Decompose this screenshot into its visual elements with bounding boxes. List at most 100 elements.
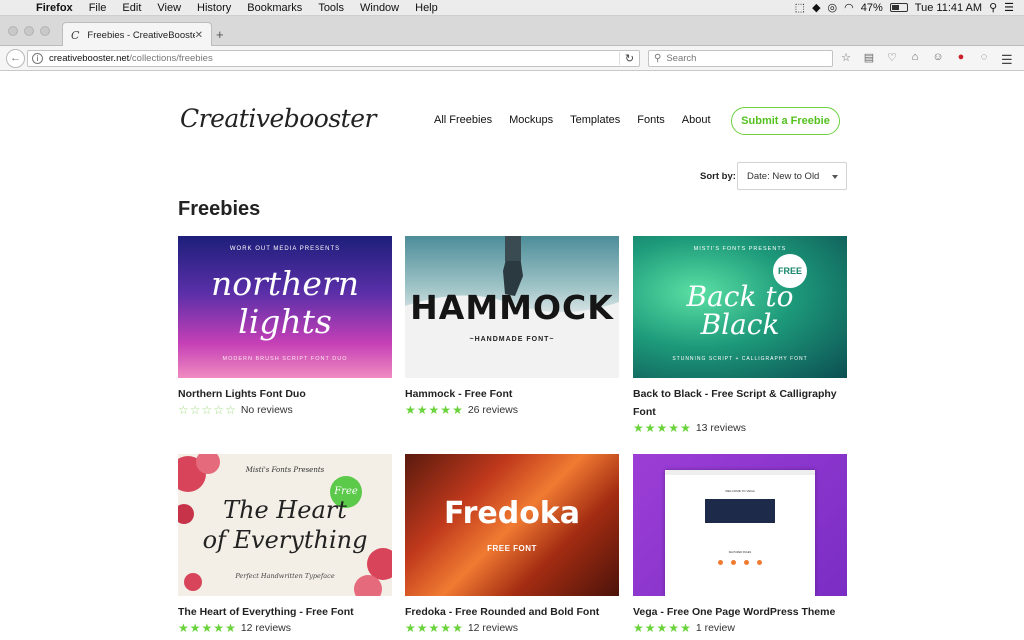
menu-window[interactable]: Window xyxy=(352,2,407,14)
review-count[interactable]: 13 reviews xyxy=(696,422,746,434)
site-info-icon[interactable]: i xyxy=(32,53,43,64)
thumb-title: of Everything xyxy=(202,526,368,554)
star-rating: ★ ★ ★ ★ ★ xyxy=(633,422,691,434)
freebie-card[interactable]: WORK OUT MEDIA PRESENTS northern lights … xyxy=(178,236,392,416)
reading-list-icon[interactable]: ▤ xyxy=(863,51,875,64)
freebie-card[interactable]: Fredoka FREE FONT Fredoka - Free Rounded… xyxy=(405,454,619,634)
card-title[interactable]: Fredoka - Free Rounded and Bold Font xyxy=(405,603,619,621)
thumb-caption: MISTI'S FONTS PRESENTS xyxy=(693,246,787,252)
review-count[interactable]: 1 review xyxy=(696,622,735,634)
url-bar[interactable]: i creativebooster.net/collections/freebi… xyxy=(27,50,640,67)
star-empty-icon: ☆ xyxy=(201,403,213,417)
website-preview: WELCOME TO VEGA FEATURED PAGES xyxy=(665,470,815,596)
freebie-card[interactable]: MISTI'S FONTS PRESENTS FREE Back to Blac… xyxy=(633,236,847,434)
freebie-card[interactable]: WELCOME TO VEGA FEATURED PAGES Vega - Fr… xyxy=(633,454,847,634)
star-filled-icon: ★ xyxy=(644,621,656,635)
os-menu-bar: Firefox File Edit View History Bookmarks… xyxy=(0,0,1024,16)
card-title[interactable]: Northern Lights Font Duo xyxy=(178,385,392,403)
close-window-button[interactable] xyxy=(8,26,18,36)
menu-help[interactable]: Help xyxy=(407,2,446,14)
star-filled-icon: ★ xyxy=(668,621,680,635)
hello-icon[interactable]: ☺ xyxy=(932,51,944,64)
star-rating: ☆ ☆ ☆ ☆ ☆ xyxy=(178,404,236,416)
menu-tools[interactable]: Tools xyxy=(310,2,352,14)
star-filled-icon: ★ xyxy=(416,621,428,635)
freebie-card[interactable]: HAMMOCK ~HANDMADE FONT~ Hammock - Free F… xyxy=(405,236,619,416)
thumb-title: HAMMOCK xyxy=(410,288,614,327)
spotlight-search-icon[interactable]: ⚲ xyxy=(989,1,997,14)
bookmark-star-icon[interactable]: ☆ xyxy=(840,51,852,64)
thumb-caption: Misti's Fonts Presents xyxy=(245,466,325,474)
dropbox-icon[interactable]: ◆ xyxy=(812,1,820,14)
card-rating: ★ ★ ★ ★ ★ 12 reviews xyxy=(405,622,619,634)
sort-label: Sort by: xyxy=(700,171,736,182)
clock[interactable]: Tue 11:41 AM xyxy=(915,2,982,14)
addon-icon[interactable]: ◌ xyxy=(978,51,990,64)
menu-app-firefox[interactable]: Firefox xyxy=(28,2,81,14)
card-thumbnail[interactable]: WORK OUT MEDIA PRESENTS northern lights … xyxy=(178,236,392,378)
nav-fonts[interactable]: Fonts xyxy=(637,114,665,126)
card-thumbnail[interactable]: MISTI'S FONTS PRESENTS FREE Back to Blac… xyxy=(633,236,847,378)
star-filled-icon: ★ xyxy=(405,403,416,417)
card-thumbnail[interactable]: Fredoka FREE FONT xyxy=(405,454,619,596)
card-title[interactable]: Back to Black - Free Script & Calligraph… xyxy=(633,385,847,421)
notification-center-icon[interactable]: ☰ xyxy=(1004,1,1014,14)
card-thumbnail[interactable]: WELCOME TO VEGA FEATURED PAGES xyxy=(633,454,847,596)
site-logo[interactable]: Creativebooster xyxy=(180,104,376,133)
review-count[interactable]: 12 reviews xyxy=(468,622,518,634)
pocket-icon[interactable]: ♡ xyxy=(886,51,898,64)
card-rating: ★ ★ ★ ★ ★ 13 reviews xyxy=(633,422,847,434)
review-count[interactable]: No reviews xyxy=(241,404,293,416)
page-title: Freebies xyxy=(178,198,261,220)
review-count[interactable]: 26 reviews xyxy=(468,404,518,416)
card-rating: ★ ★ ★ ★ ★ 26 reviews xyxy=(405,404,619,416)
submit-freebie-button[interactable]: Submit a Freebie xyxy=(731,107,840,135)
screen-capture-icon[interactable]: ⬚ xyxy=(795,1,805,14)
nav-about[interactable]: About xyxy=(682,114,711,126)
back-button[interactable]: ← xyxy=(6,49,25,68)
card-title[interactable]: Vega - Free One Page WordPress Theme xyxy=(633,603,847,621)
nav-all-freebies[interactable]: All Freebies xyxy=(434,114,492,126)
menu-view[interactable]: View xyxy=(149,2,189,14)
pinterest-icon[interactable]: ● xyxy=(955,51,967,64)
menu-icon[interactable]: ☰ xyxy=(1001,52,1013,68)
star-rating: ★ ★ ★ ★ ★ xyxy=(633,622,691,634)
search-bar[interactable]: ⚲ xyxy=(648,50,833,67)
card-thumbnail[interactable]: HAMMOCK ~HANDMADE FONT~ xyxy=(405,236,619,378)
creative-cloud-icon[interactable]: ◎ xyxy=(828,1,838,14)
menu-file[interactable]: File xyxy=(81,2,115,14)
wifi-icon[interactable]: ◠ xyxy=(844,1,854,14)
star-filled-icon: ★ xyxy=(213,621,225,635)
menu-history[interactable]: History xyxy=(189,2,239,14)
nav-mockups[interactable]: Mockups xyxy=(509,114,553,126)
toolbar-icons: ☆ ▤ ♡ ⌂ ☺ ● ◌ xyxy=(840,51,990,64)
search-input[interactable] xyxy=(666,53,817,64)
star-filled-icon: ★ xyxy=(416,403,428,417)
navigation-bar: ← i creativebooster.net/collections/free… xyxy=(0,46,1024,71)
card-rating: ★ ★ ★ ★ ★ 1 review xyxy=(633,622,847,634)
menu-edit[interactable]: Edit xyxy=(114,2,149,14)
preview-feature-icons xyxy=(665,560,815,565)
freebie-card[interactable]: Misti's Fonts Presents Free The Heart of… xyxy=(178,454,392,634)
card-title[interactable]: Hammock - Free Font xyxy=(405,385,619,403)
star-filled-icon: ★ xyxy=(656,421,668,435)
new-tab-button[interactable]: + xyxy=(216,27,224,42)
home-icon[interactable]: ⌂ xyxy=(909,51,921,64)
thumb-caption: STUNNING SCRIPT + CALLIGRAPHY FONT xyxy=(672,356,808,362)
star-rating: ★ ★ ★ ★ ★ xyxy=(405,622,463,634)
zoom-window-button[interactable] xyxy=(40,26,50,36)
card-thumbnail[interactable]: Misti's Fonts Presents Free The Heart of… xyxy=(178,454,392,596)
reload-icon[interactable]: ↻ xyxy=(619,52,639,65)
star-empty-icon: ☆ xyxy=(189,403,201,417)
review-count[interactable]: 12 reviews xyxy=(241,622,291,634)
star-filled-icon: ★ xyxy=(189,621,201,635)
nav-templates[interactable]: Templates xyxy=(570,114,620,126)
menu-bookmarks[interactable]: Bookmarks xyxy=(239,2,310,14)
close-tab-icon[interactable]: ✕ xyxy=(195,30,203,41)
minimize-window-button[interactable] xyxy=(24,26,34,36)
card-title[interactable]: The Heart of Everything - Free Font xyxy=(178,603,392,621)
battery-icon[interactable] xyxy=(889,3,908,12)
thumb-title: lights xyxy=(238,302,332,341)
tab-freebies[interactable]: C Freebies - CreativeBooster ✕ xyxy=(62,22,212,47)
sort-select[interactable]: Date: New to Old xyxy=(737,162,847,190)
